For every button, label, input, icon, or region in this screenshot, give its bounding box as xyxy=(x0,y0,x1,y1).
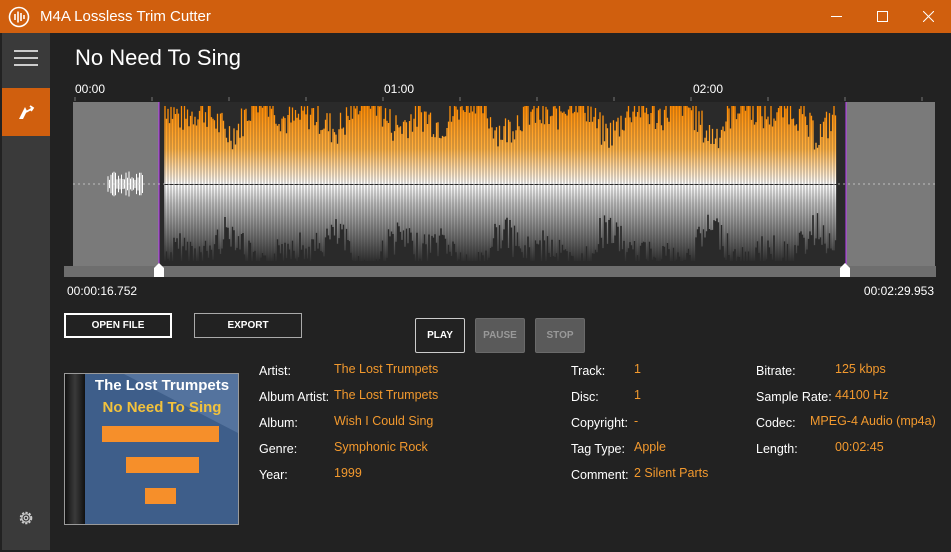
play-button[interactable]: PLAY xyxy=(415,318,465,353)
tag-type-label: Tag Type: xyxy=(571,442,625,456)
length-label: Length: xyxy=(756,442,798,456)
cover-title: No Need To Sing xyxy=(102,399,222,416)
disc-value: 1 xyxy=(634,388,641,402)
stop-button[interactable]: STOP xyxy=(535,318,585,353)
copyright-value: - xyxy=(634,414,639,428)
trim-range-bar[interactable] xyxy=(64,266,936,277)
album-cover: The Lost Trumpets No Need To Sing xyxy=(64,373,239,525)
minimize-icon xyxy=(830,16,842,17)
album-label: Album: xyxy=(259,416,298,430)
bitrate-value: 125 kbps xyxy=(835,362,886,376)
trim-start-handle[interactable] xyxy=(154,263,164,277)
pause-button[interactable]: PAUSE xyxy=(475,318,525,353)
track-label: Track: xyxy=(571,364,606,378)
open-file-button[interactable]: OPEN FILE xyxy=(64,313,172,338)
window-title: M4A Lossless Trim Cutter xyxy=(40,8,211,25)
export-button[interactable]: EXPORT xyxy=(194,313,302,338)
hamburger-menu-icon[interactable] xyxy=(14,49,38,67)
album-artist-value: The Lost Trumpets xyxy=(334,388,439,402)
genre-label: Genre: xyxy=(259,442,298,456)
sidebar xyxy=(2,33,50,550)
trim-start-time: 00:00:16.752 xyxy=(67,284,138,298)
year-value: 1999 xyxy=(334,466,362,480)
maximize-button[interactable] xyxy=(859,0,905,33)
sample-rate-label: Sample Rate: xyxy=(756,390,832,404)
sidebar-item-trim[interactable] xyxy=(2,88,50,136)
metadata-column-1: Artist: The Lost Trumpets Album Artist: … xyxy=(259,362,559,494)
comment-label: Comment: xyxy=(571,468,629,482)
tag-type-value: Apple xyxy=(634,440,666,454)
maximize-icon xyxy=(876,11,888,22)
song-title: No Need To Sing xyxy=(75,45,241,70)
ruler-ticks xyxy=(74,97,923,101)
artist-label: Artist: xyxy=(259,364,291,378)
metadata-column-3: Bitrate: 125 kbps Sample Rate: 44100 Hz … xyxy=(756,362,946,474)
album-value: Wish I Could Sing xyxy=(334,414,434,428)
copyright-label: Copyright: xyxy=(571,416,628,430)
app-logo-icon xyxy=(8,6,30,27)
metadata-column-2: Track: 1 Disc: 1 Copyright: - Tag Type: … xyxy=(571,362,741,494)
trim-end-handle[interactable] xyxy=(840,263,850,277)
timeline-ruler: 00:00 01:00 02:00 xyxy=(73,80,935,102)
trim-end-time: 00:02:29.953 xyxy=(863,284,934,298)
close-button[interactable] xyxy=(905,0,951,33)
artist-value: The Lost Trumpets xyxy=(334,362,439,376)
title-bar: M4A Lossless Trim Cutter xyxy=(0,0,951,33)
track-value: 1 xyxy=(634,362,641,376)
album-cover-art xyxy=(64,373,239,525)
sample-rate-value: 44100 Hz xyxy=(835,388,889,402)
waveform-editor[interactable] xyxy=(73,102,935,266)
disc-label: Disc: xyxy=(571,390,599,404)
bitrate-label: Bitrate: xyxy=(756,364,796,378)
album-artist-label: Album Artist: xyxy=(259,390,330,404)
cover-artist: The Lost Trumpets xyxy=(94,377,230,394)
year-label: Year: xyxy=(259,468,288,482)
trim-arrow-icon xyxy=(19,105,35,119)
codec-label: Codec: xyxy=(756,416,796,430)
genre-value: Symphonic Rock xyxy=(334,440,428,454)
waveform[interactable] xyxy=(73,102,935,266)
comment-value: 2 Silent Parts xyxy=(634,466,709,480)
codec-value: MPEG-4 Audio (mp4a) xyxy=(810,414,936,428)
close-icon xyxy=(922,11,934,22)
minimize-button[interactable] xyxy=(813,0,859,33)
length-value: 00:02:45 xyxy=(835,440,884,454)
gear-icon[interactable] xyxy=(17,509,35,527)
